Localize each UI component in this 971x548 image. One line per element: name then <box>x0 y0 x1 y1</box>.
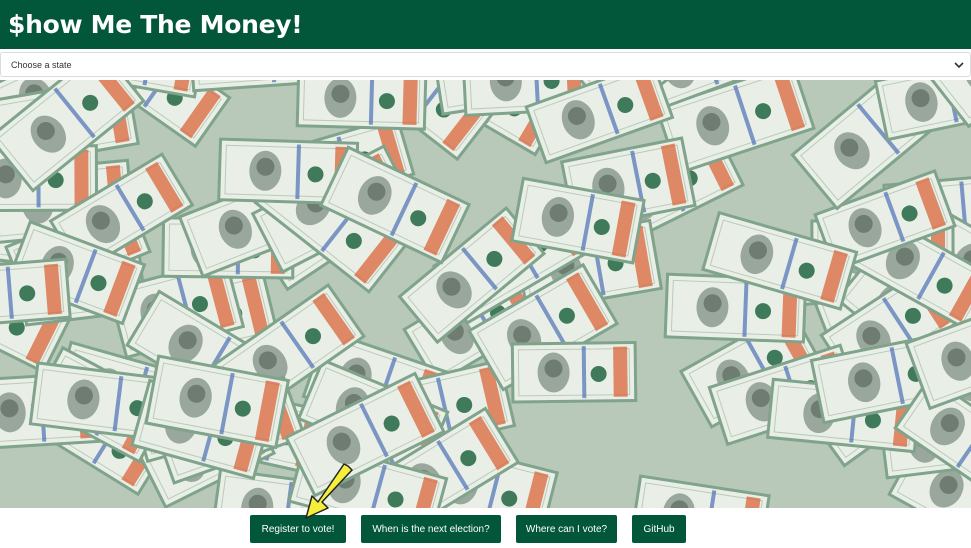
page: $how Me The Money! Choose a state Regist… <box>0 0 971 548</box>
register-to-vote-button[interactable]: Register to vote! <box>250 515 346 543</box>
hundred-dollar-bills-pattern <box>0 80 971 508</box>
chevron-down-icon <box>954 61 964 68</box>
github-button[interactable]: GitHub <box>632 515 686 543</box>
state-select-value: Choose a state <box>11 59 72 70</box>
action-buttons: Register to vote! When is the next elect… <box>0 515 971 543</box>
header-bar: $how Me The Money! <box>0 0 971 49</box>
next-election-button[interactable]: When is the next election? <box>361 515 501 543</box>
state-select[interactable]: Choose a state <box>0 52 971 77</box>
where-to-vote-button[interactable]: Where can I vote? <box>516 515 617 543</box>
money-background-image <box>0 80 971 508</box>
app-title: $how Me The Money! <box>8 10 303 39</box>
